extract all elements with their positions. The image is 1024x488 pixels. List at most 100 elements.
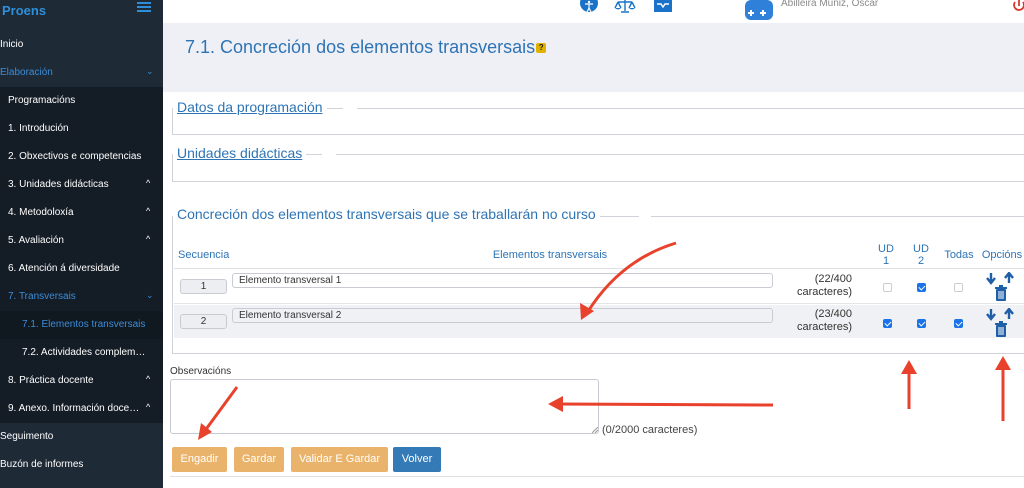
char-count-line2: caracteres): [796, 321, 852, 333]
header-ud1-line1: UD: [878, 243, 894, 255]
header-divider: [174, 268, 1024, 269]
sidebar-item-label: Seguimento: [0, 431, 54, 442]
volver-button[interactable]: Volver: [393, 447, 441, 472]
sidebar-item-label: 7.1. Elementos transversais: [22, 319, 146, 330]
help-icon[interactable]: ?: [536, 43, 547, 54]
sequence-field[interactable]: 1: [180, 279, 227, 294]
legend-gap: [322, 145, 336, 159]
trash-icon[interactable]: [995, 321, 1007, 337]
sidebar-item-label: 2. Obxectivos e competencias: [8, 151, 142, 162]
sidebar-item-introducion[interactable]: 1. Introdución: [0, 115, 163, 143]
element-input[interactable]: Elemento transversal 1: [232, 273, 773, 288]
sequence-field[interactable]: 2: [180, 314, 227, 329]
ud1-checkbox[interactable]: [883, 319, 892, 328]
observations-textarea[interactable]: [170, 379, 599, 434]
chevron-up-icon: ^: [146, 374, 151, 384]
header-ud2: UD 2: [908, 243, 934, 267]
sidebar-item-buzon[interactable]: Buzón de informes: [0, 451, 163, 479]
sidebar-item-elaboracion[interactable]: Elaboración ⌄: [0, 59, 163, 87]
accessibility-icon[interactable]: [580, 0, 598, 14]
ud2-checkbox[interactable]: [917, 283, 926, 292]
sidebar-item-label: 6. Atención á diversidade: [8, 263, 120, 274]
power-icon[interactable]: [1012, 0, 1024, 14]
header-secuencia: Secuencia: [178, 249, 230, 261]
sidebar-item-elementos-transversais[interactable]: 7.1. Elementos transversais: [0, 311, 163, 339]
row-options: [986, 308, 1014, 337]
hamburger-icon[interactable]: [137, 0, 151, 14]
sidebar-item-seguimento[interactable]: Seguimento: [0, 423, 163, 451]
header-ud1-line2: 1: [882, 255, 890, 267]
brand-area: Proens: [0, 0, 163, 23]
sidebar-item-label: 7.2. Actividades compleme…: [22, 347, 146, 358]
sidebar-item-practica-docente[interactable]: 8. Práctica docente ^: [0, 367, 163, 395]
annotation-arrowhead: [901, 360, 917, 374]
todas-checkbox[interactable]: [954, 283, 963, 292]
row-divider: [174, 303, 1024, 304]
chevron-up-icon: ^: [146, 234, 151, 244]
top-bar: Proens Abilleira Muñiz, Óscar: [0, 0, 1024, 23]
sidebar-item-transversais[interactable]: 7. Transversais ⌄: [0, 283, 163, 311]
sidebar-item-label: 1. Introdución: [8, 123, 69, 134]
char-count: (23/400 caracteres): [786, 308, 852, 334]
todas-checkbox[interactable]: [954, 319, 963, 328]
inbox-icon[interactable]: [653, 0, 673, 14]
legend-gap: [343, 99, 357, 113]
app-window: Proens Abilleira Muñiz, Óscar Inicio Ela…: [0, 0, 1024, 488]
header-todas: Todas: [944, 249, 974, 261]
validar-gardar-button[interactable]: Validar E Gardar: [291, 447, 388, 472]
sidebar-item-label: 9. Anexo. Información docente: [8, 403, 142, 414]
chevron-up-icon: ^: [146, 178, 151, 188]
user-name[interactable]: Abilleira Muñiz, Óscar: [781, 0, 878, 9]
sidebar-item-label: 8. Práctica docente: [8, 375, 94, 386]
table-row: 1 Elemento transversal 1 (22/400 caracte…: [174, 270, 1024, 303]
sidebar-item-label: Inicio: [0, 39, 24, 50]
element-input[interactable]: Elemento transversal 2: [232, 308, 773, 323]
sidebar-item-label: 5. Avaliación: [8, 235, 64, 246]
trash-icon[interactable]: [995, 285, 1007, 301]
chevron-down-icon: ⌄: [146, 66, 154, 76]
char-count-line2: caracteres): [796, 286, 852, 298]
page-title: 7.1. Concreción dos elementos transversa…: [185, 37, 547, 58]
sidebar-item-inicio[interactable]: Inicio: [0, 31, 163, 59]
sidebar-item-label: 7. Transversais: [8, 291, 76, 302]
chevron-down-icon: ⌄: [146, 290, 154, 300]
gardar-button[interactable]: Gardar: [234, 447, 284, 472]
sidebar-item-label: 4. Metodoloxía: [8, 207, 74, 218]
scales-icon[interactable]: [614, 0, 636, 14]
ud2-checkbox[interactable]: [917, 319, 926, 328]
page-title-text: 7.1. Concreción dos elementos transversa…: [185, 37, 536, 57]
app-logo-text[interactable]: Proens: [2, 3, 46, 18]
sidebar-item-obxectivos[interactable]: 2. Obxectivos e competencias: [0, 143, 163, 171]
sidebar-item-label: Elaboración: [0, 67, 53, 78]
footer-divider: [170, 476, 1024, 477]
char-count-line1: (23/400: [814, 308, 852, 320]
chevron-up-icon: ^: [146, 402, 151, 412]
sidebar-item-label: Buzón de informes: [0, 459, 84, 470]
sidebar-item-programacions[interactable]: Programacións: [0, 87, 163, 115]
sidebar-item-unidades[interactable]: 3. Unidades didácticas ^: [0, 171, 163, 199]
char-count-line1: (22/400: [814, 273, 852, 285]
ud1-checkbox[interactable]: [883, 283, 892, 292]
user-group-icon[interactable]: [745, 0, 773, 20]
sidebar-item-label: 3. Unidades didácticas: [8, 179, 109, 190]
page-header: 7.1. Concreción dos elementos transversa…: [163, 23, 1024, 92]
move-down-up-icon[interactable]: [986, 272, 1014, 285]
datos-legend[interactable]: Datos da programación: [173, 99, 327, 115]
sidebar-item-actividades-complementarias[interactable]: 7.2. Actividades compleme…: [0, 339, 163, 367]
chevron-up-icon: ^: [146, 206, 151, 216]
engadir-button[interactable]: Engadir: [172, 447, 227, 472]
sidebar-item-avaliacion[interactable]: 5. Avaliación ^: [0, 227, 163, 255]
header-ud2-line1: UD: [913, 243, 929, 255]
concrecion-legend: Concreción dos elementos transversais qu…: [173, 206, 600, 222]
sidebar-item-diversidade[interactable]: 6. Atención á diversidade: [0, 255, 163, 283]
sidebar-item-metodoloxia[interactable]: 4. Metodoloxía ^: [0, 199, 163, 227]
header-elementos: Elementos transversais: [492, 249, 608, 261]
header-ud2-line2: 2: [917, 255, 925, 267]
resize-handle-icon[interactable]: [592, 427, 598, 433]
observations-char-count: (0/2000 caracteres): [602, 424, 698, 436]
observations-label: Observacións: [170, 366, 232, 377]
header-ud1: UD 1: [873, 243, 899, 267]
unidades-legend[interactable]: Unidades didácticas: [173, 145, 307, 161]
sidebar-item-anexo[interactable]: 9. Anexo. Información docente ^: [0, 395, 163, 423]
move-down-up-icon[interactable]: [986, 308, 1014, 321]
